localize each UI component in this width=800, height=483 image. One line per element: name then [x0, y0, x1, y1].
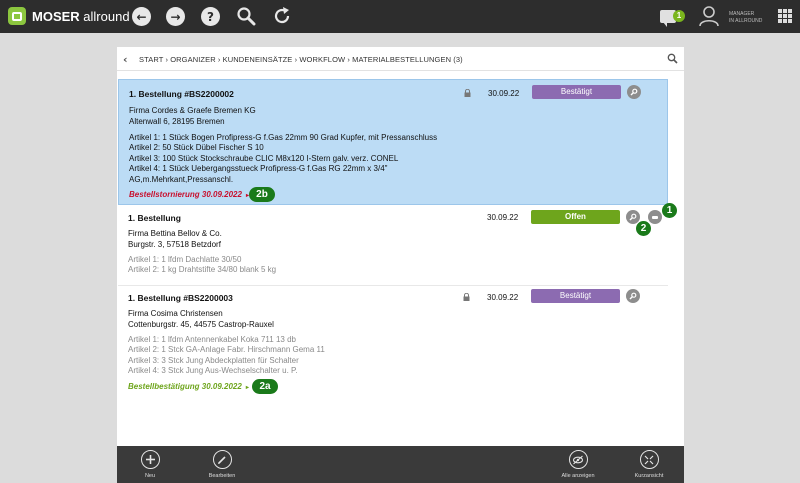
company-name: Firma Cosima Christensen [128, 309, 223, 318]
cancellation-link[interactable]: Bestellstornierung 30.09.2022 ▸ [129, 190, 249, 199]
confirmation-link[interactable]: Bestellbestätigung 30.09.2022 ▸ [128, 382, 249, 391]
order-title: 1. Bestellung #BS2200002 [129, 89, 234, 99]
search-icon[interactable] [626, 289, 640, 303]
lock-icon [464, 89, 471, 97]
order-title: 1. Bestellung #BS2200003 [128, 293, 233, 303]
collapse-arrows-icon [639, 450, 659, 469]
company-address: Altenwall 6, 28195 Bremen [129, 117, 225, 126]
order-date: 30.09.22 [488, 89, 520, 98]
order-date: 30.09.22 [487, 213, 519, 222]
annotation-badge: 2 [636, 221, 651, 236]
chevron-left-icon[interactable]: ‹ [123, 53, 128, 66]
list-item: Artikel 1: 1 lfdm Antennenkabel Koka 711… [128, 335, 296, 344]
search-icon[interactable] [236, 6, 256, 26]
order-row[interactable]: 1. Bestellung 30.09.22 Offen 1 2 Firma B… [118, 203, 677, 289]
notification-badge: 1 [673, 10, 685, 22]
search-icon[interactable] [667, 53, 678, 64]
list-item: Artikel 1: 1 lfdm Dachlatte 30/50 [128, 255, 242, 264]
list-item: Artikel 2: 1 kg Drahtstifte 34/80 blank … [128, 265, 277, 275]
list-item: Artikel 3: 100 Stück Stockschraube CLIC … [129, 153, 399, 163]
breadcrumb-path[interactable]: START › ORGANIZER › KUNDENEINSÄTZE › WOR… [139, 55, 463, 64]
help-icon[interactable]: ? [201, 7, 220, 26]
status-badge[interactable]: Offen [531, 210, 620, 224]
list-item: Artikel 2: 1 Stck GA-Anlage Fabr. Hirsch… [128, 345, 325, 355]
refresh-icon[interactable] [272, 6, 292, 26]
order-row-selected[interactable]: 1. Bestellung #BS2200002 30.09.22 Bestät… [118, 79, 668, 205]
back-arrow-icon[interactable]: ← [132, 7, 151, 26]
app-title: MOSER allround [32, 9, 130, 24]
list-item: AG,m.Mehrkant,Pressanschl. [129, 174, 234, 184]
pencil-icon [212, 450, 232, 469]
annotation-badge: 2a [252, 379, 278, 394]
article-list: Artikel 1: 1 lfdm Dachlatte 30/50 Artike… [128, 255, 276, 276]
collapse-button[interactable] [648, 210, 662, 224]
annotation-badge: 1 [662, 203, 677, 218]
user-icon[interactable] [698, 5, 720, 27]
main-panel: ‹ START › ORGANIZER › KUNDENEINSÄTZE › W… [117, 47, 684, 483]
annotation-badge: 2b [249, 187, 275, 202]
user-role-label: MANAGER IN ALLROUND [729, 11, 763, 24]
status-badge[interactable]: Bestätigt [531, 289, 620, 303]
list-item: Artikel 2: 50 Stück Dübel Fischer S 10 [129, 143, 264, 153]
apps-grid-icon[interactable] [778, 9, 792, 23]
breadcrumb: ‹ START › ORGANIZER › KUNDENEINSÄTZE › W… [117, 47, 684, 71]
eye-off-icon [568, 450, 588, 469]
company-name: Firma Bettina Bellov & Co. [128, 229, 222, 238]
article-list: Artikel 1: 1 Stück Bogen Profipress-G f.… [129, 133, 437, 185]
list-item: Artikel 4: 1 Stück Uebergangsstueck Prof… [129, 164, 388, 174]
list-item: Artikel 4: 3 Stck Jung Aus-Wechselschalt… [128, 366, 298, 376]
article-list: Artikel 1: 1 lfdm Antennenkabel Koka 711… [128, 335, 325, 377]
bottom-toolbar: Neu Bearbeiten Alle anzeigen Kurzansicht [117, 446, 684, 483]
forward-arrow-icon[interactable]: → [166, 7, 185, 26]
plus-icon [140, 450, 160, 469]
new-button[interactable]: Neu [120, 450, 180, 479]
lock-icon [463, 293, 470, 301]
status-badge[interactable]: Bestätigt [532, 85, 621, 99]
order-title: 1. Bestellung [128, 213, 181, 223]
edit-button[interactable]: Bearbeiten [192, 450, 252, 479]
company-address: Cottenburgstr. 45, 44575 Castrop-Rauxel [128, 320, 274, 329]
order-row[interactable]: 1. Bestellung #BS2200003 30.09.22 Bestät… [118, 286, 668, 400]
app-logo-icon[interactable] [8, 7, 26, 25]
order-date: 30.09.22 [487, 293, 519, 302]
search-icon[interactable] [627, 85, 641, 99]
show-all-button[interactable]: Alle anzeigen [548, 450, 608, 479]
list-item: Artikel 3: 3 Stck Jung Abdeckplatten für… [128, 355, 299, 365]
top-bar: MOSER allround ← → ? 1 MANAGER IN ALLROU… [0, 0, 800, 33]
company-address: Burgstr. 3, 57518 Betzdorf [128, 240, 221, 249]
list-item: Artikel 1: 1 Stück Bogen Profipress-G f.… [129, 133, 438, 142]
compact-view-button[interactable]: Kurzansicht [619, 450, 679, 479]
company-name: Firma Cordes & Graefe Bremen KG [129, 106, 256, 115]
